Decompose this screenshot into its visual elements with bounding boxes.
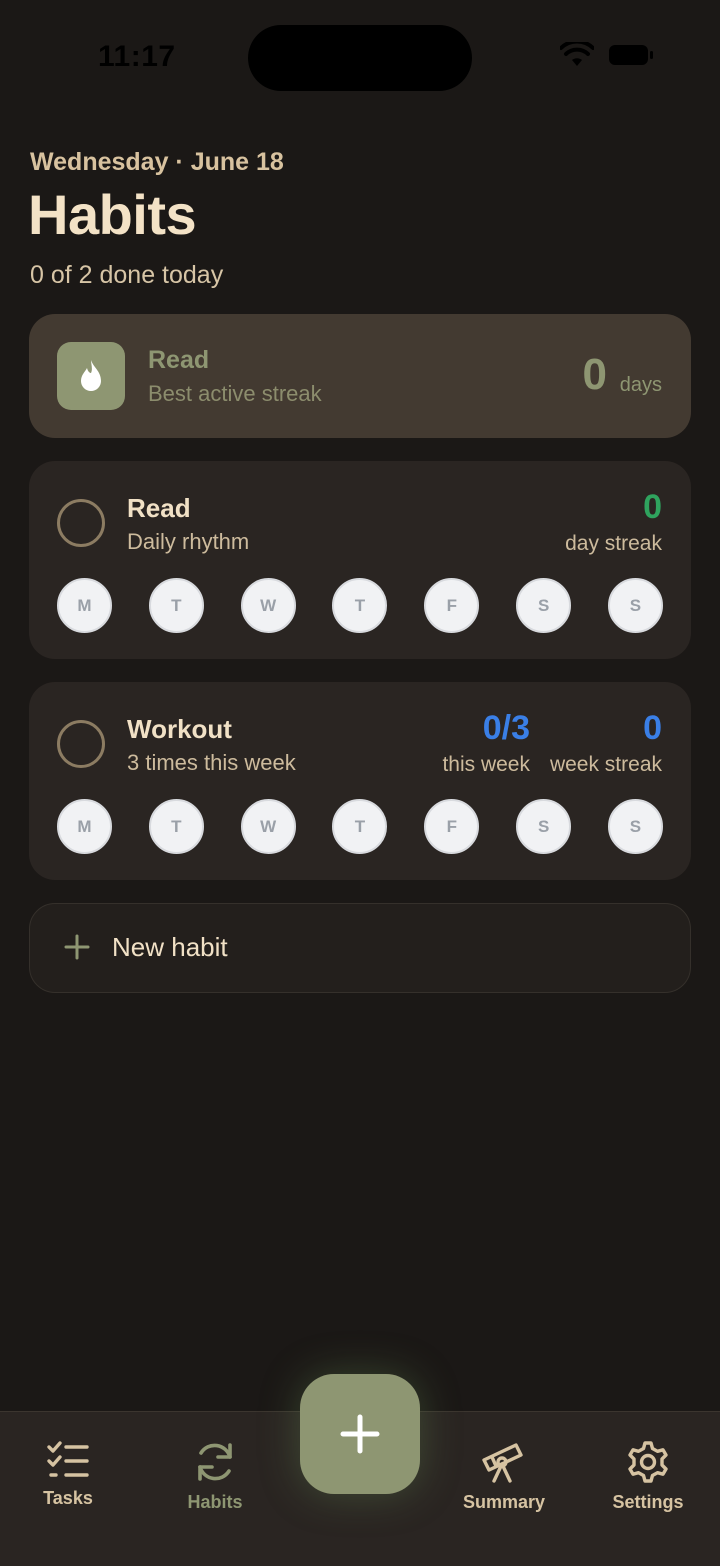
status-icons [560,42,654,68]
day-toggle-sun[interactable]: S [607,799,663,854]
gear-icon [628,1441,668,1483]
tab-summary[interactable]: Summary [444,1440,564,1513]
status-time: 11:17 [98,40,176,73]
plus-icon [340,1414,380,1454]
day-toggle-wed[interactable]: W [240,578,296,633]
checklist-icon [47,1441,89,1477]
refresh-icon [198,1443,232,1481]
new-habit-label: New habit [112,932,228,962]
date-label: Wednesday · June 18 [30,148,284,176]
tab-label: Habits [187,1492,243,1512]
habit-name: Read [127,493,191,523]
best-streak-card[interactable]: Read Best active streak 0 days [29,314,691,438]
weekday-row: M T W T F S S [57,578,663,633]
new-habit-button[interactable]: New habit [29,903,691,993]
progress-summary: 0 of 2 done today [30,261,224,289]
tab-habits[interactable]: Habits [155,1440,275,1513]
day-toggle-thu[interactable]: T [332,578,388,633]
plus-icon [64,934,90,960]
habit-description: Daily rhythm [127,529,250,554]
weekly-progress-value: 0/3 [482,709,530,747]
day-toggle-thu[interactable]: T [332,799,388,854]
weekly-progress-label: this week [442,753,530,776]
flame-icon [57,342,125,410]
best-streak-habit: Read [148,346,210,374]
day-toggle-tue[interactable]: T [148,578,204,633]
habit-description: 3 times this week [127,750,296,775]
tab-settings[interactable]: Settings [588,1440,708,1513]
day-toggle-sat[interactable]: S [516,578,572,633]
tab-label: Tasks [43,1488,93,1508]
week-streak-value: 0 [643,709,662,747]
telescope-icon [482,1443,523,1483]
week-streak-label: week streak [549,753,662,776]
battery-icon [609,45,653,65]
day-toggle-tue[interactable]: T [148,799,204,854]
day-streak-label: day streak [565,532,662,555]
tab-label: Settings [612,1492,684,1512]
habit-name: Workout [127,714,232,744]
day-toggle-mon[interactable]: M [57,799,112,854]
day-toggle-fri[interactable]: F [424,578,480,633]
page-title: Habits [28,183,197,246]
dynamic-island [248,25,472,91]
day-toggle-mon[interactable]: M [57,578,112,633]
habit-check-toggle[interactable] [57,499,105,547]
day-toggle-sat[interactable]: S [516,799,572,854]
habit-card-read[interactable]: Read Daily rhythm 0 day streak M T W T F… [29,461,691,659]
tab-tasks[interactable]: Tasks [8,1440,128,1509]
day-toggle-wed[interactable]: W [240,799,296,854]
weekday-row: M T W T F S S [57,799,663,854]
tab-label: Summary [462,1492,546,1512]
best-streak-count: 0 [582,350,607,399]
habit-check-toggle[interactable] [57,720,105,768]
add-button[interactable] [300,1374,420,1494]
day-toggle-sun[interactable]: S [607,578,663,633]
wifi-icon [560,42,594,66]
best-streak-label: Best active streak [148,381,322,406]
habit-card-workout[interactable]: Workout 3 times this week 0/3 this week … [29,682,691,880]
day-streak-value: 0 [643,488,662,526]
day-toggle-fri[interactable]: F [424,799,480,854]
best-streak-unit: days [619,374,662,396]
